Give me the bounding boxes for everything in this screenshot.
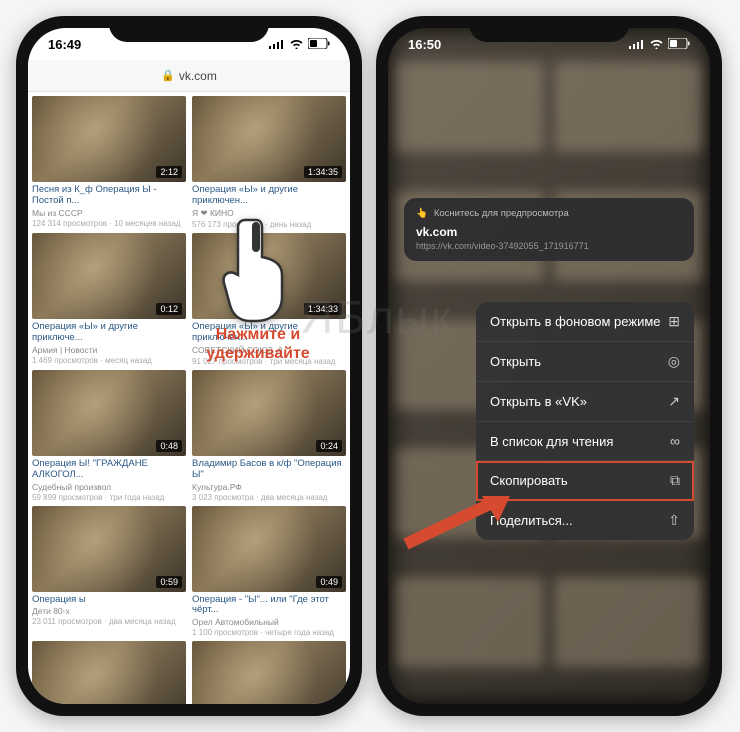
menu-item[interactable]: Скопировать ⧉	[476, 461, 694, 501]
video-meta: 124 314 просмотров · 10 месяцев назад	[32, 219, 186, 228]
video-meta: 59 899 просмотров · три года назад	[32, 493, 186, 502]
video-title[interactable]: Операция - "Ы"... или "Где этот чёрт...	[192, 595, 346, 617]
video-grid: 2:12 Песня из К_ф Операция Ы - Постой п.…	[28, 92, 350, 704]
menu-item-label: Открыть	[490, 354, 541, 369]
menu-item[interactable]: Открыть в «VK» ↗	[476, 382, 694, 422]
video-title[interactable]: Операция «Ы» и другие приключен...	[192, 322, 346, 344]
preview-url: https://vk.com/video-37492055_171916771	[416, 241, 682, 251]
video-duration: 2:12	[156, 166, 182, 178]
wifi-icon	[289, 37, 304, 52]
menu-item[interactable]: Открыть в фоновом режиме ⊞	[476, 302, 694, 342]
menu-item-label: В список для чтения	[490, 434, 613, 449]
menu-item-icon: ⧉	[670, 472, 680, 489]
video-meta: 91 027 просмотров · три месяца назад	[192, 357, 346, 366]
menu-item-icon: ◎	[668, 353, 680, 370]
lock-icon: 🔒	[161, 69, 175, 82]
status-icons	[269, 37, 330, 52]
video-thumbnail[interactable]: 0:24	[192, 370, 346, 456]
screen-left: 16:49 🔒 vk.com 2:12 Песня из К_ф Операци…	[28, 28, 350, 704]
video-thumbnail[interactable]: 0:59	[32, 506, 186, 592]
video-duration: 1:34:33	[304, 303, 342, 315]
video-channel[interactable]: СОВЕТСКИЙ СОЮЗ ☭	[192, 345, 346, 356]
signal-icon	[629, 37, 645, 52]
phone-right: 16:50 👆 Коснитесь для предпросмотра vk.co…	[376, 16, 722, 716]
status-bar: 16:49	[28, 28, 350, 60]
menu-item-icon: ⇧	[668, 512, 680, 529]
video-channel[interactable]: Орел Автомобильный	[192, 617, 346, 627]
video-card[interactable]: 1:00 Операция "Ы" татарча Иң шәп татарча…	[32, 641, 186, 704]
menu-item[interactable]: Поделиться... ⇧	[476, 501, 694, 540]
clock: 16:49	[48, 37, 81, 52]
phone-left: 16:49 🔒 vk.com 2:12 Песня из К_ф Операци…	[16, 16, 362, 716]
video-card[interactable]: 0:49 Операция - "Ы"... или "Где этот чёр…	[192, 506, 346, 638]
video-duration: 0:48	[156, 440, 182, 452]
video-channel[interactable]: Я ❤ КИНО	[192, 208, 346, 219]
video-card[interactable]: 2:12 Песня из К_ф Операция Ы - Постой п.…	[32, 96, 186, 229]
video-meta: 1 469 просмотров · месяц назад	[32, 356, 186, 365]
context-menu: Открыть в фоновом режиме⊞Открыть◎Открыть…	[476, 302, 694, 540]
video-thumbnail[interactable]: 1:34:33	[192, 233, 346, 319]
video-duration: 0:49	[316, 576, 342, 588]
video-duration: 0:24	[316, 440, 342, 452]
wifi-icon	[649, 37, 664, 52]
video-thumbnail[interactable]: 2:12	[32, 96, 186, 182]
video-channel[interactable]: Судебный произвол	[32, 482, 186, 492]
battery-icon	[308, 37, 330, 52]
hand-tap-icon: 👆	[416, 208, 428, 219]
menu-item-label: Открыть в «VK»	[490, 394, 587, 409]
preview-domain: vk.com	[416, 225, 682, 239]
video-title[interactable]: Операция Ы! "ГРАЖДАНЕ АЛКОГОЛ...	[32, 459, 186, 481]
preview-hint: Коснитесь для предпросмотра	[434, 208, 569, 219]
link-preview-card[interactable]: 👆 Коснитесь для предпросмотра vk.com http…	[404, 198, 694, 261]
video-meta: 3 023 просмотра · два месяца назад	[192, 493, 346, 502]
menu-item[interactable]: В список для чтения ∞	[476, 422, 694, 461]
video-channel[interactable]: Мы из СССР	[32, 208, 186, 218]
video-thumbnail[interactable]: 0:12	[32, 233, 186, 319]
video-thumbnail[interactable]: 1:00	[32, 641, 186, 704]
menu-item-icon: ↗	[668, 393, 680, 410]
video-card[interactable]: 0:12 Операция «Ы» и другие приключе... А…	[32, 233, 186, 366]
video-meta: 576 173 просмотра · день назад	[192, 220, 346, 229]
video-thumbnail[interactable]: 1:34:35	[192, 96, 346, 182]
video-thumbnail[interactable]: 0:49	[192, 506, 346, 592]
video-card[interactable]: 0:24 Владимир Басов в к/ф "Операция Ы" К…	[192, 370, 346, 502]
menu-item-icon: ⊞	[668, 313, 680, 330]
video-meta: 23 011 просмотров · два месяца назад	[32, 617, 186, 626]
video-card[interactable]: 1:34:33 Операция «Ы» и другие приключен.…	[192, 233, 346, 366]
video-card[interactable]: 0:59 Операция ы Дети 80-х 23 011 просмот…	[32, 506, 186, 638]
video-card[interactable]: 0:12 Отрывок из к/ф "Операция Ы и други.…	[192, 641, 346, 704]
video-channel[interactable]: Культура.РФ	[192, 482, 346, 492]
video-meta: 1 100 просмотров · четыре года назад	[192, 628, 346, 637]
video-title[interactable]: Операция «Ы» и другие приключен...	[192, 185, 346, 207]
menu-item-label: Открыть в фоновом режиме	[490, 314, 661, 329]
video-title[interactable]: Владимир Басов в к/ф "Операция Ы"	[192, 459, 346, 481]
menu-item[interactable]: Открыть ◎	[476, 342, 694, 382]
video-channel[interactable]: Дети 80-х	[32, 606, 186, 616]
clock: 16:50	[408, 37, 441, 52]
menu-item-label: Скопировать	[490, 473, 568, 488]
video-thumbnail[interactable]: 0:12	[192, 641, 346, 704]
url-text: vk.com	[179, 69, 217, 83]
video-duration: 0:12	[156, 303, 182, 315]
video-title[interactable]: Операция «Ы» и другие приключе...	[32, 322, 186, 344]
battery-icon	[668, 37, 690, 52]
address-bar[interactable]: 🔒 vk.com	[28, 60, 350, 92]
screen-right: 16:50 👆 Коснитесь для предпросмотра vk.co…	[388, 28, 710, 704]
video-card[interactable]: 0:48 Операция Ы! "ГРАЖДАНЕ АЛКОГОЛ... Су…	[32, 370, 186, 502]
menu-item-icon: ∞	[670, 433, 680, 449]
status-icons	[629, 37, 690, 52]
menu-item-label: Поделиться...	[490, 513, 573, 528]
signal-icon	[269, 37, 285, 52]
video-card[interactable]: 1:34:35 Операция «Ы» и другие приключен.…	[192, 96, 346, 229]
status-bar: 16:50	[388, 28, 710, 60]
video-thumbnail[interactable]: 0:48	[32, 370, 186, 456]
video-duration: 0:59	[156, 576, 182, 588]
video-title[interactable]: Операция ы	[32, 595, 186, 606]
video-title[interactable]: Песня из К_ф Операция Ы - Постой п...	[32, 185, 186, 207]
video-duration: 1:34:35	[304, 166, 342, 178]
video-channel[interactable]: Армия | Новости	[32, 345, 186, 355]
